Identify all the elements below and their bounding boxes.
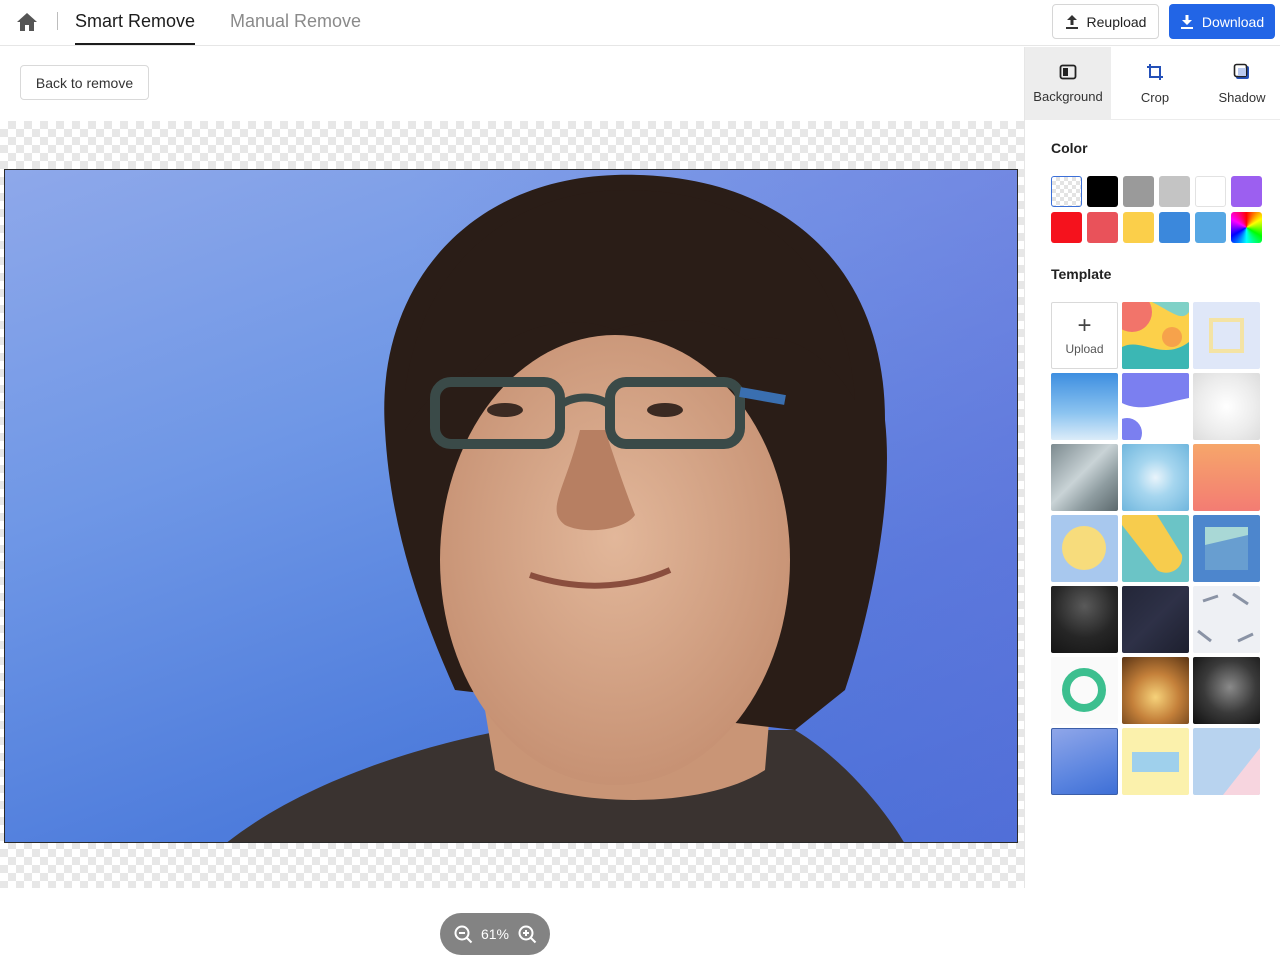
download-label: Download xyxy=(1201,13,1265,30)
tab-manual-remove[interactable]: Manual Remove xyxy=(230,0,361,46)
color-picker-rainbow[interactable] xyxy=(1231,212,1262,243)
color-swatch-transparent[interactable] xyxy=(1051,176,1082,207)
plus-icon: + xyxy=(1077,311,1092,339)
color-swatch-purple[interactable] xyxy=(1231,176,1262,207)
shadow-icon xyxy=(1233,63,1249,79)
template-yellow-pill[interactable] xyxy=(1122,515,1189,582)
template-pink-blue-split[interactable] xyxy=(1193,728,1260,795)
template-feathers[interactable] xyxy=(1193,586,1260,653)
template-golden-lights[interactable] xyxy=(1122,657,1189,724)
zoom-control: 61% xyxy=(440,913,550,955)
template-ice-burst[interactable] xyxy=(1122,444,1189,511)
edited-photo[interactable] xyxy=(4,169,1018,843)
workspace: Back to remove 61% xyxy=(0,47,1024,955)
tab-background[interactable]: Background xyxy=(1025,47,1111,120)
color-swatch-coral[interactable] xyxy=(1087,212,1118,243)
zoom-level: 61% xyxy=(480,926,510,942)
color-section-title: Color xyxy=(1051,140,1088,156)
tab-background-label: Background xyxy=(1033,88,1103,104)
color-swatch-light-blue[interactable] xyxy=(1195,212,1226,243)
reupload-label: Reupload xyxy=(1086,13,1147,30)
template-dark-spotlight[interactable] xyxy=(1051,586,1118,653)
template-upload-label: Upload xyxy=(1065,341,1104,356)
template-orange-gradient[interactable] xyxy=(1193,444,1260,511)
edit-panel: Background Crop Shadow Color Template + … xyxy=(1024,47,1280,888)
color-swatch-black[interactable] xyxy=(1087,176,1118,207)
template-pale-frame[interactable] xyxy=(1193,302,1260,369)
template-geometric-blue[interactable] xyxy=(1193,515,1260,582)
template-colorful-blobs[interactable] xyxy=(1122,302,1189,369)
tab-shadow[interactable]: Shadow xyxy=(1199,47,1280,120)
tab-smart-remove[interactable]: Smart Remove xyxy=(75,0,196,46)
zoom-out-icon[interactable] xyxy=(453,924,473,944)
template-silver-metal[interactable] xyxy=(1051,444,1118,511)
template-section-title: Template xyxy=(1051,266,1112,282)
template-blue-gradient-selected[interactable] xyxy=(1051,728,1118,795)
top-bar: Smart Remove Manual Remove Reupload Down… xyxy=(0,0,1280,46)
color-swatch-red[interactable] xyxy=(1051,212,1082,243)
template-upload-button[interactable]: + Upload xyxy=(1051,302,1118,369)
person-photo xyxy=(227,174,904,842)
template-soft-white[interactable] xyxy=(1193,373,1260,440)
color-swatch-light-gray[interactable] xyxy=(1159,176,1190,207)
zoom-in-icon[interactable] xyxy=(517,924,537,944)
background-icon xyxy=(1059,64,1077,79)
crop-icon xyxy=(1147,63,1163,80)
tab-crop[interactable]: Crop xyxy=(1112,47,1198,120)
color-swatch-yellow[interactable] xyxy=(1123,212,1154,243)
color-swatch-gray[interactable] xyxy=(1123,176,1154,207)
reupload-button[interactable]: Reupload xyxy=(1052,4,1159,39)
template-sky-gradient[interactable] xyxy=(1051,373,1118,440)
template-purple-shapes[interactable] xyxy=(1122,373,1189,440)
download-button[interactable]: Download xyxy=(1169,4,1275,39)
template-yellow-circle[interactable] xyxy=(1051,515,1118,582)
template-navy-fabric[interactable] xyxy=(1122,586,1189,653)
color-swatch-blue[interactable] xyxy=(1159,212,1190,243)
template-dark-smoke[interactable] xyxy=(1193,657,1260,724)
header-divider xyxy=(57,12,58,30)
download-icon xyxy=(1180,14,1193,29)
tab-crop-label: Crop xyxy=(1140,89,1170,105)
upload-icon xyxy=(1065,14,1078,29)
template-yellow-blue-block[interactable] xyxy=(1122,728,1189,795)
template-green-ring[interactable] xyxy=(1051,657,1118,724)
color-swatch-white[interactable] xyxy=(1195,176,1226,207)
tab-shadow-label: Shadow xyxy=(1218,89,1266,105)
transparent-canvas-area: 61% xyxy=(0,121,1024,955)
home-icon[interactable] xyxy=(14,9,40,35)
back-to-remove-button[interactable]: Back to remove xyxy=(20,65,149,100)
panel-tabs: Background Crop Shadow xyxy=(1025,47,1280,120)
